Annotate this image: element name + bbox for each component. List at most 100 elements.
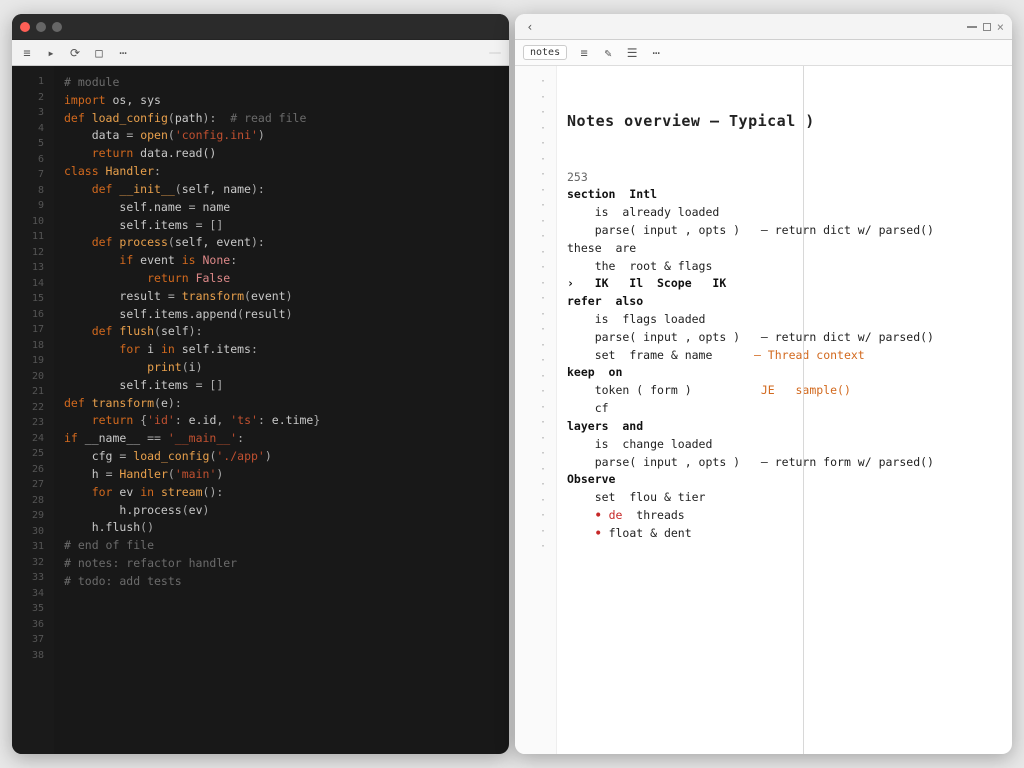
line-number: · [519, 198, 552, 214]
code-line[interactable]: token ( form ) JE sample() [567, 382, 1002, 400]
line-number: 31 [16, 539, 50, 555]
code-line[interactable]: parse( input , opts ) — return dict w/ p… [567, 329, 1002, 347]
code-line[interactable]: def transform(e): [64, 395, 499, 413]
tab-active[interactable]: notes [523, 45, 567, 60]
line-number: 35 [16, 601, 50, 617]
line-number: 17 [16, 322, 50, 338]
code-line[interactable]: for ev in stream(): [64, 484, 499, 502]
code-line[interactable]: class Handler: [64, 163, 499, 181]
close-icon[interactable] [20, 22, 30, 32]
code-line[interactable]: # notes: refactor handler [64, 555, 499, 573]
code-line[interactable]: h.flush() [64, 519, 499, 537]
right-editor[interactable]: ······························· Notes ov… [515, 66, 1012, 754]
more-icon[interactable]: ⋯ [649, 46, 663, 60]
code-line[interactable]: refer also [567, 293, 1002, 311]
list-icon[interactable]: ≡ [577, 46, 591, 60]
line-number: 10 [16, 214, 50, 230]
line-number: 3 [16, 105, 50, 121]
code-line[interactable]: set flou & tier [567, 489, 1002, 507]
reload-icon[interactable]: ⟳ [68, 46, 82, 60]
code-line[interactable]: return {'id': e.id, 'ts': e.time} [64, 412, 499, 430]
code-line[interactable]: section Intl [567, 186, 1002, 204]
code-line[interactable]: self.items = [] [64, 377, 499, 395]
code-line[interactable]: # todo: add tests [64, 573, 499, 591]
more-icon[interactable]: ⋯ [116, 46, 130, 60]
code-line[interactable]: def load_config(path): # read file [64, 110, 499, 128]
code-line[interactable]: return data.read() [64, 145, 499, 163]
minimize-icon[interactable] [36, 22, 46, 32]
line-number: · [519, 431, 552, 447]
code-line[interactable]: def __init__(self, name): [64, 181, 499, 199]
code-line[interactable]: data = open('config.ini') [64, 127, 499, 145]
code-line[interactable]: Observe [567, 471, 1002, 489]
code-line[interactable]: cf [567, 400, 1002, 418]
edit-icon[interactable]: ✎ [601, 46, 615, 60]
line-number: 27 [16, 477, 50, 493]
line-number: · [519, 214, 552, 230]
line-number: · [519, 400, 552, 416]
right-pane: ‹ × notes ≡ ✎ ☰ ⋯ ······················… [515, 14, 1012, 754]
right-titlebar[interactable]: ‹ × [515, 14, 1012, 40]
left-editor[interactable]: 1234567891011121314151617181920212223242… [12, 66, 509, 754]
line-number: · [519, 338, 552, 354]
code-line[interactable]: layers and [567, 418, 1002, 436]
workspace: ≡ ▸ ⟳ □ ⋯ 123456789101112131415161718192… [12, 14, 1012, 754]
code-line[interactable]: if event is None: [64, 252, 499, 270]
line-number: · [519, 229, 552, 245]
line-number: 5 [16, 136, 50, 152]
line-number: 1 [16, 74, 50, 90]
left-toolbar: ≡ ▸ ⟳ □ ⋯ [12, 40, 509, 66]
line-number: · [519, 152, 552, 168]
code-line[interactable]: is change loaded [567, 436, 1002, 454]
code-line[interactable]: set frame & name — Thread context [567, 347, 1002, 365]
line-number: 24 [16, 431, 50, 447]
line-number: · [519, 539, 552, 555]
left-titlebar[interactable] [12, 14, 509, 40]
code-line[interactable]: self.name = name [64, 199, 499, 217]
code-line[interactable]: › IK Il Scope IK [567, 275, 1002, 293]
minimize-icon[interactable] [967, 26, 977, 28]
left-code[interactable]: # moduleimport os, sysdef load_config(pa… [54, 66, 509, 754]
code-line[interactable]: • float & dent [567, 525, 1002, 543]
page-heading: Notes overview — Typical ) [567, 110, 1002, 133]
code-line[interactable]: is already loaded [567, 204, 1002, 222]
line-number: 23 [16, 415, 50, 431]
code-line[interactable]: # end of file [64, 537, 499, 555]
code-line[interactable]: keep on [567, 364, 1002, 382]
code-line[interactable]: self.items = [] [64, 217, 499, 235]
code-line[interactable]: parse( input , opts ) — return dict w/ p… [567, 222, 1002, 240]
code-line[interactable]: return False [64, 270, 499, 288]
code-line[interactable]: these are [567, 240, 1002, 258]
line-number: 30 [16, 524, 50, 540]
line-number: 14 [16, 276, 50, 292]
code-line[interactable]: def process(self, event): [64, 234, 499, 252]
code-line[interactable]: result = transform(event) [64, 288, 499, 306]
run-icon[interactable]: ▸ [44, 46, 58, 60]
code-line[interactable]: 253 [567, 169, 1002, 187]
close-icon[interactable]: × [997, 20, 1004, 34]
line-number: · [519, 276, 552, 292]
code-line[interactable]: self.items.append(result) [64, 306, 499, 324]
maximize-icon[interactable] [983, 23, 991, 31]
search-badge[interactable] [489, 52, 501, 54]
code-line[interactable]: if __name__ == '__main__': [64, 430, 499, 448]
outline-icon[interactable]: ☰ [625, 46, 639, 60]
code-line[interactable]: def flush(self): [64, 323, 499, 341]
code-line[interactable]: for i in self.items: [64, 341, 499, 359]
line-number: 9 [16, 198, 50, 214]
back-icon[interactable]: ‹ [523, 20, 537, 34]
code-line[interactable]: parse( input , opts ) — return form w/ p… [567, 454, 1002, 472]
right-code[interactable]: Notes overview — Typical ) 253section In… [557, 66, 1012, 754]
code-line[interactable]: • de threads [567, 507, 1002, 525]
code-line[interactable]: h.process(ev) [64, 502, 499, 520]
layout-icon[interactable]: □ [92, 46, 106, 60]
code-line[interactable]: cfg = load_config('./app') [64, 448, 499, 466]
code-line[interactable]: # module [64, 74, 499, 92]
code-line[interactable]: print(i) [64, 359, 499, 377]
code-line[interactable]: h = Handler('main') [64, 466, 499, 484]
maximize-icon[interactable] [52, 22, 62, 32]
code-line[interactable]: is flags loaded [567, 311, 1002, 329]
menu-icon[interactable]: ≡ [20, 46, 34, 60]
code-line[interactable]: the root & flags [567, 258, 1002, 276]
code-line[interactable]: import os, sys [64, 92, 499, 110]
